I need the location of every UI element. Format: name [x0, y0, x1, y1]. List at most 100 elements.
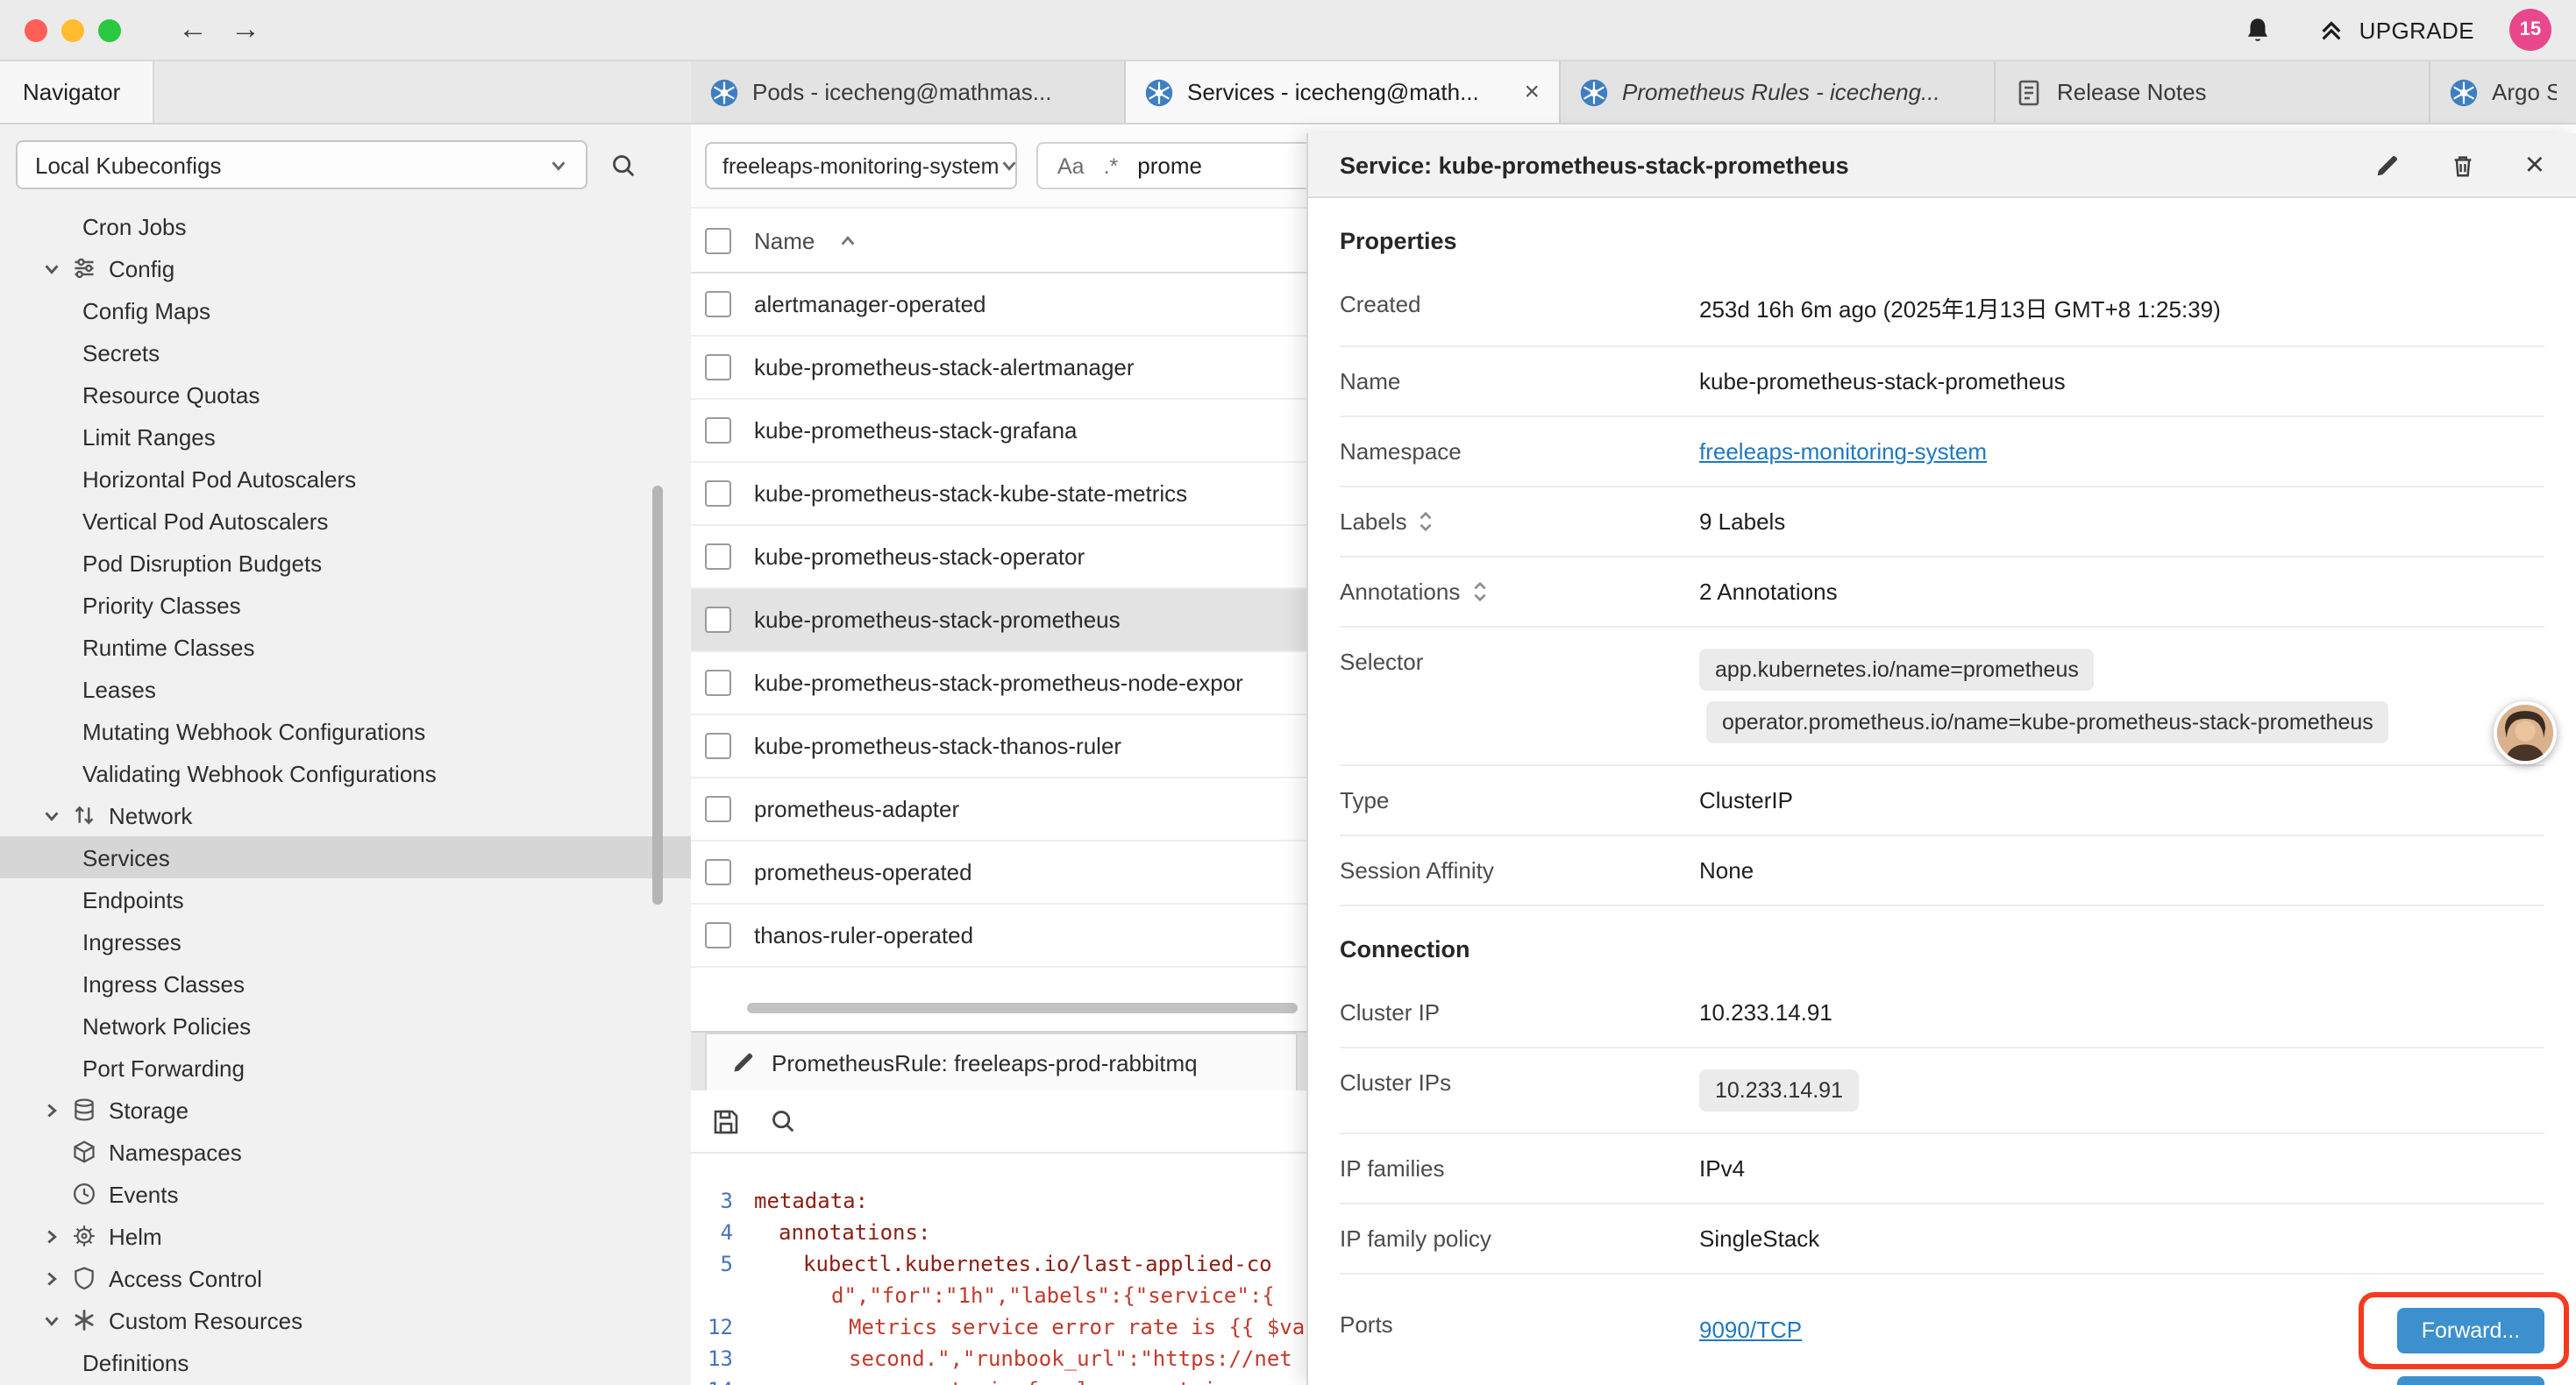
close-icon[interactable]: × — [2525, 148, 2544, 181]
row-checkbox[interactable] — [705, 733, 731, 759]
sidebar-item-definitions[interactable]: Definitions — [0, 1341, 691, 1383]
match-case-toggle[interactable]: Aa — [1057, 153, 1085, 178]
sidebar-item-config-maps[interactable]: Config Maps — [0, 289, 691, 331]
navigator-tab[interactable]: Navigator — [0, 61, 154, 123]
close-window-button[interactable] — [25, 18, 47, 41]
row-checkbox[interactable] — [705, 607, 731, 633]
drawer-actions: × — [2374, 148, 2544, 181]
cluster-ip-badge: 10.233.14.91 — [1699, 1069, 1859, 1112]
back-button[interactable]: ← — [167, 12, 219, 47]
chevron-right-icon — [42, 1268, 61, 1288]
sidebar-item-services[interactable]: Services — [0, 836, 691, 878]
sidebar-item-ingresses[interactable]: Ingresses — [0, 920, 691, 962]
row-checkbox[interactable] — [705, 291, 731, 317]
sidebar-scrollbar[interactable] — [652, 486, 663, 905]
unfold-icon[interactable] — [1470, 580, 1488, 603]
ports-row: Ports 9090/TCP Forward... 8080:reloader-… — [1340, 1275, 2544, 1385]
tab-argo[interactable]: Argo Se — [2430, 61, 2576, 123]
navigator-zone: Navigator — [0, 61, 691, 123]
row-checkbox[interactable] — [705, 922, 731, 948]
cluster-ips-row: Cluster IPs 10.233.14.91 — [1340, 1048, 2544, 1134]
notifications-bell-icon[interactable] — [2244, 15, 2274, 45]
select-all-checkbox[interactable] — [705, 227, 731, 253]
dock-tab-prometheusrule[interactable]: PrometheusRule: freeleaps-prod-rabbitmq — [705, 1033, 1298, 1090]
storage-icon — [72, 1097, 96, 1122]
drawer-title: Service: kube-prometheus-stack-prometheu… — [1340, 152, 2374, 178]
row-checkbox[interactable] — [705, 480, 731, 507]
sidebar-item-custom-resources[interactable]: Custom Resources — [0, 1299, 691, 1341]
navigator-sidebar: Local Kubeconfigs Cron Jobs Config Confi… — [0, 124, 691, 1385]
name-column-header[interactable]: Name — [754, 227, 815, 253]
row-checkbox[interactable] — [705, 417, 731, 444]
row-checkbox[interactable] — [705, 543, 731, 570]
forward-button[interactable]: → — [219, 12, 272, 47]
avatar[interactable] — [2494, 701, 2557, 764]
sidebar-item-secrets[interactable]: Secrets — [0, 331, 691, 373]
sort-ascending-icon[interactable] — [837, 231, 857, 250]
tab-services[interactable]: Services - icecheng@math... × — [1126, 61, 1561, 123]
kubeconfig-selector[interactable]: Local Kubeconfigs — [16, 140, 587, 189]
sidebar-item-endpoints[interactable]: Endpoints — [0, 878, 691, 920]
sidebar-item-mutating-webhook-configurations[interactable]: Mutating Webhook Configurations — [0, 710, 691, 752]
sidebar-item-cron-jobs[interactable]: Cron Jobs — [0, 205, 691, 247]
horizontal-scrollbar[interactable] — [747, 1003, 1298, 1013]
sidebar-item-network[interactable]: Network — [0, 794, 691, 836]
labels-value: 9 Labels — [1699, 508, 2544, 535]
tab-pods[interactable]: Pods - icecheng@mathmas... — [691, 61, 1126, 123]
navigator-tree: Cron Jobs Config Config Maps Secrets Res… — [0, 205, 691, 1383]
type-row: Type ClusterIP — [1340, 766, 2544, 836]
sidebar-item-helm[interactable]: Helm — [0, 1215, 691, 1257]
sidebar-item-horizontal-pod-autoscalers[interactable]: Horizontal Pod Autoscalers — [0, 458, 691, 500]
sidebar-item-pod-disruption-budgets[interactable]: Pod Disruption Budgets — [0, 542, 691, 584]
sidebar-item-runtime-classes[interactable]: Runtime Classes — [0, 626, 691, 668]
sidebar-item-resource-quotas[interactable]: Resource Quotas — [0, 373, 691, 416]
sidebar-item-storage[interactable]: Storage — [0, 1089, 691, 1131]
namespace-filter-select[interactable]: freeleaps-monitoring-system — [705, 142, 1017, 189]
forward-button[interactable]: Forward... — [2397, 1375, 2544, 1385]
sidebar-item-namespaces[interactable]: Namespaces — [0, 1131, 691, 1173]
row-checkbox[interactable] — [705, 354, 731, 380]
row-checkbox[interactable] — [705, 796, 731, 822]
edit-pencil-icon — [731, 1050, 756, 1075]
port-link[interactable]: 9090/TCP — [1699, 1317, 1802, 1343]
sidebar-item-network-policies[interactable]: Network Policies — [0, 1005, 691, 1047]
sidebar-item-ingress-classes[interactable]: Ingress Classes — [0, 962, 691, 1005]
forward-button[interactable]: Forward... — [2397, 1307, 2544, 1353]
connection-section-title: Connection — [1340, 906, 2544, 978]
sidebar-item-validating-webhook-configurations[interactable]: Validating Webhook Configurations — [0, 752, 691, 794]
zoom-window-button[interactable] — [98, 18, 121, 41]
sidebar-item-access-control[interactable]: Access Control — [0, 1257, 691, 1299]
sidebar-item-port-forwarding[interactable]: Port Forwarding — [0, 1047, 691, 1089]
sidebar-item-config[interactable]: Config — [0, 247, 691, 289]
upgrade-icon — [2319, 17, 2345, 43]
tab-prometheus-rules[interactable]: Prometheus Rules - icecheng... — [1561, 61, 1996, 123]
notification-count-badge[interactable]: 15 — [2509, 9, 2551, 51]
namespace-row: Namespace freeleaps-monitoring-system — [1340, 417, 2544, 487]
port-line: 9090/TCP Forward... — [1699, 1296, 2544, 1364]
tab-release-notes[interactable]: Release Notes — [1996, 61, 2430, 123]
sidebar-item-leases[interactable]: Leases — [0, 668, 691, 710]
minimize-window-button[interactable] — [61, 18, 84, 41]
edit-pencil-icon[interactable] — [2374, 152, 2401, 178]
sidebar-item-priority-classes[interactable]: Priority Classes — [0, 584, 691, 626]
save-icon[interactable] — [712, 1107, 740, 1135]
unfold-icon[interactable] — [1418, 510, 1435, 533]
close-tab-icon[interactable]: × — [1524, 79, 1540, 105]
search-icon[interactable] — [610, 152, 637, 178]
ip-family-policy-value: SingleStack — [1699, 1225, 2544, 1252]
selector-badge: app.kubernetes.io/name=prometheus — [1699, 649, 2095, 691]
sidebar-item-limit-ranges[interactable]: Limit Ranges — [0, 416, 691, 458]
annotations-value: 2 Annotations — [1699, 579, 2544, 605]
sidebar-item-events[interactable]: Events — [0, 1173, 691, 1215]
row-checkbox[interactable] — [705, 859, 731, 885]
config-icon — [72, 256, 96, 281]
annotation-highlight-box: Forward... — [2359, 1291, 2569, 1368]
upgrade-button[interactable]: UPGRADE — [2319, 17, 2474, 43]
delete-trash-icon[interactable] — [2450, 152, 2476, 178]
drawer-header: Service: kube-prometheus-stack-prometheu… — [1308, 133, 2576, 198]
namespace-link[interactable]: freeleaps-monitoring-system — [1699, 438, 1987, 465]
row-checkbox[interactable] — [705, 670, 731, 696]
search-icon[interactable] — [770, 1108, 796, 1134]
sidebar-item-vertical-pod-autoscalers[interactable]: Vertical Pod Autoscalers — [0, 500, 691, 542]
regex-toggle[interactable]: .* — [1104, 153, 1119, 178]
